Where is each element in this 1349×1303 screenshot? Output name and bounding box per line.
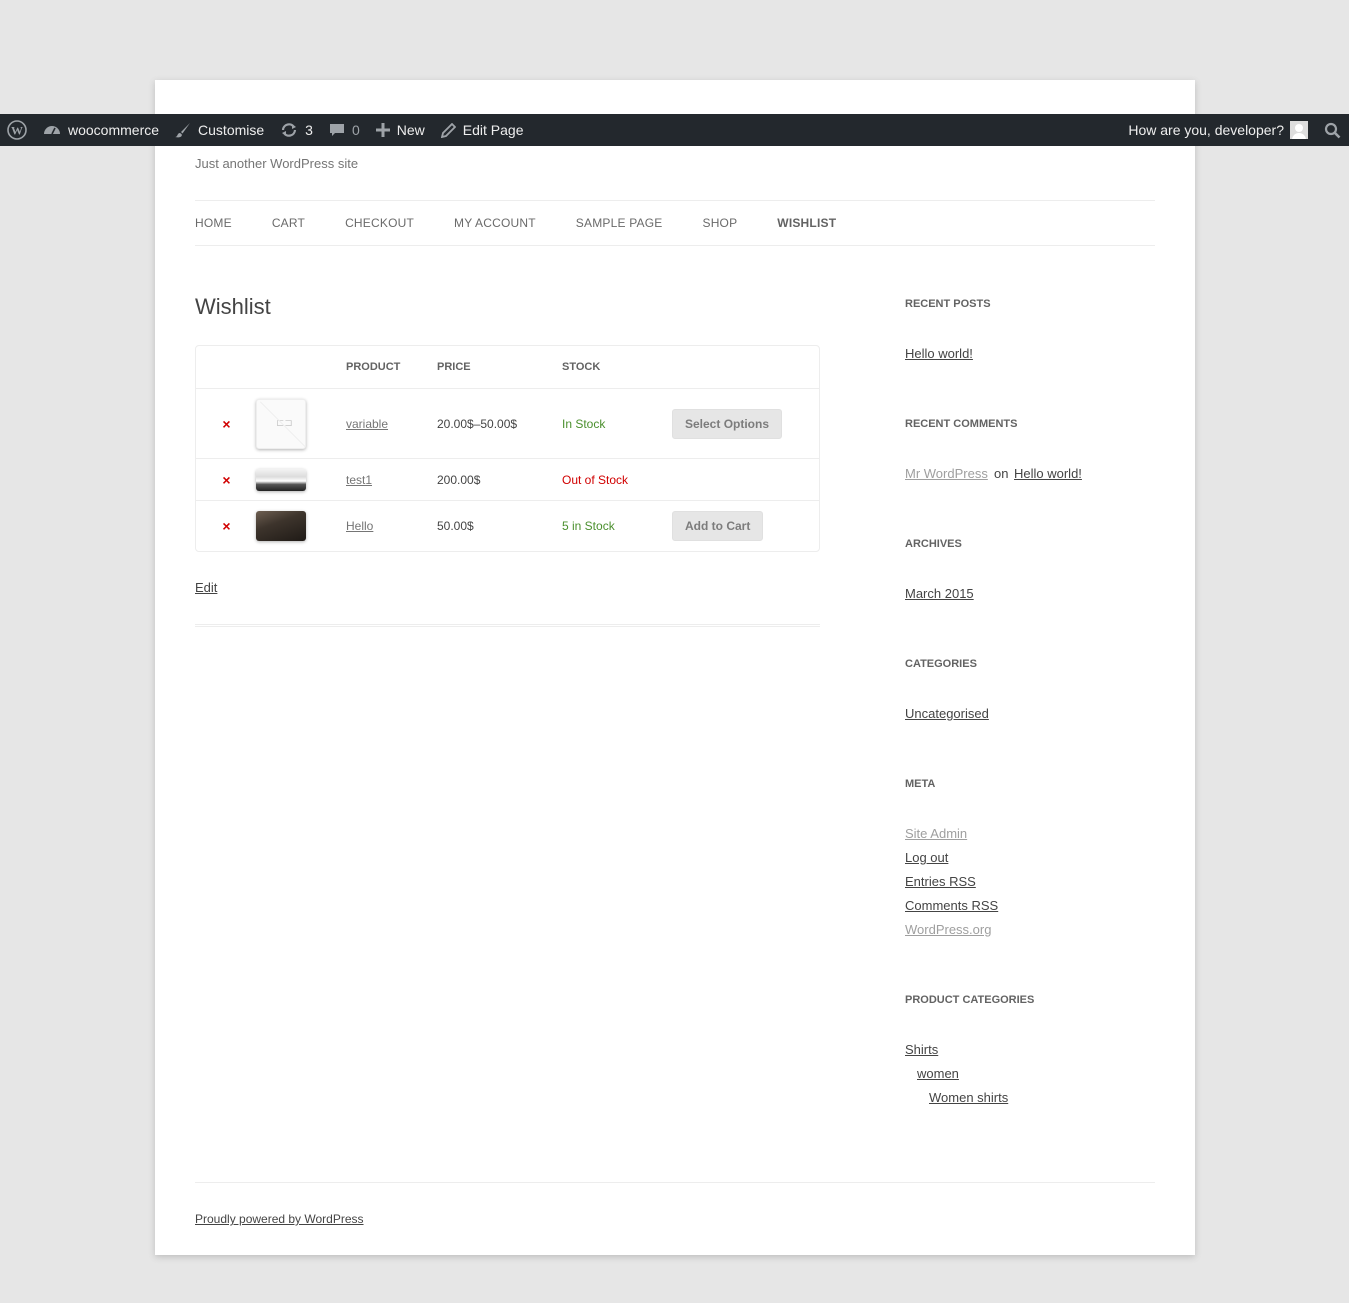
edit-page-label: Edit Page: [462, 122, 524, 138]
product-link[interactable]: test1: [346, 473, 372, 487]
comment-post-link[interactable]: Hello world!: [1014, 466, 1082, 481]
admin-search-button[interactable]: [1320, 114, 1349, 146]
widget-title-categories: CATEGORIES: [905, 658, 977, 670]
stock-status: In Stock: [562, 416, 606, 431]
product-category-link[interactable]: Women shirts: [929, 1090, 1008, 1105]
customise-label: Customise: [198, 122, 265, 138]
recent-post-link[interactable]: Hello world!: [905, 346, 973, 361]
edit-page-link[interactable]: Edit: [195, 580, 217, 595]
remove-item-button[interactable]: ×: [222, 518, 230, 534]
product-category-link[interactable]: women: [917, 1066, 959, 1081]
new-label: New: [396, 122, 425, 138]
page-title: Wishlist: [195, 294, 271, 319]
comments-count: 0: [351, 122, 360, 138]
remove-item-button[interactable]: ×: [222, 472, 230, 488]
comments-link[interactable]: 0: [321, 114, 368, 146]
table-row: × ⊏⊐ variable 20.00$–50.00$ In Stock Sel…: [196, 389, 819, 459]
image-placeholder-icon: ⊏⊐: [276, 417, 293, 429]
comment-bubble-icon: [329, 122, 345, 138]
column-header-stock: STOCK: [562, 361, 601, 373]
greeting-text: How are you, developer?: [1128, 122, 1284, 138]
site-tagline: Just another WordPress site: [195, 156, 359, 171]
footer-divider: [195, 1182, 1155, 1183]
site-name: woocommerce: [68, 122, 160, 138]
updates-icon: [280, 122, 298, 138]
product-link[interactable]: variable: [346, 417, 388, 431]
product-category-link[interactable]: Shirts: [905, 1042, 938, 1057]
meta-link-wordpress-org[interactable]: WordPress.org: [905, 922, 991, 937]
archive-link[interactable]: March 2015: [905, 586, 974, 601]
add-to-cart-button[interactable]: Add to Cart: [672, 511, 764, 541]
updates-link[interactable]: 3: [272, 114, 321, 146]
widget-title-archives: ARCHIVES: [905, 538, 962, 550]
stock-status: Out of Stock: [562, 472, 629, 487]
wishlist-table: PRODUCT PRICE STOCK × ⊏⊐ variable 20.00$…: [195, 345, 820, 552]
dashboard-icon: [43, 122, 61, 138]
widget-title-recent-posts: RECENT POSTS: [905, 298, 991, 310]
updates-count: 3: [305, 122, 313, 138]
meta-link-log-out[interactable]: Log out: [905, 850, 948, 865]
meta-link-comments-rss[interactable]: Comments RSS: [905, 898, 998, 913]
select-options-button[interactable]: Select Options: [672, 408, 783, 439]
footer-credit-link[interactable]: Proudly powered by WordPress: [195, 1212, 364, 1226]
comment-author-link[interactable]: Mr WordPress: [905, 466, 988, 481]
edit-page-link[interactable]: Edit Page: [433, 114, 532, 146]
table-row: × test1 200.00$ Out of Stock: [196, 459, 819, 501]
svg-text:W: W: [11, 124, 23, 138]
product-thumbnail-placeholder[interactable]: ⊏⊐: [256, 398, 306, 449]
meta-link-site-admin[interactable]: Site Admin: [905, 826, 967, 841]
main-navigation: HOME CART CHECKOUT MY ACCOUNT SAMPLE PAG…: [195, 200, 1155, 246]
comment-on-text: on: [994, 466, 1009, 481]
avatar: [1290, 121, 1308, 139]
product-price: 20.00$–50.00$: [437, 416, 518, 431]
product-price: 50.00$: [437, 519, 474, 533]
nav-item-sample-page[interactable]: SAMPLE PAGE: [576, 216, 663, 230]
pencil-icon: [440, 122, 456, 138]
widget-title-meta: META: [905, 778, 936, 790]
brush-icon: [175, 122, 191, 138]
search-icon: [1324, 122, 1341, 139]
meta-link-entries-rss[interactable]: Entries RSS: [905, 874, 976, 889]
content-divider: [195, 624, 820, 627]
site-container: Just another WordPress site HOME CART CH…: [155, 80, 1195, 1255]
nav-item-checkout[interactable]: CHECKOUT: [345, 216, 414, 230]
wordpress-logo-icon: W: [7, 120, 27, 140]
nav-item-wishlist[interactable]: WISHLIST: [777, 216, 836, 230]
nav-item-shop[interactable]: SHOP: [702, 216, 737, 230]
table-header-row: PRODUCT PRICE STOCK: [196, 346, 819, 389]
widget-title-product-categories: PRODUCT CATEGORIES: [905, 994, 1035, 1006]
table-row: × Hello 50.00$ 5 in Stock Add to Cart: [196, 501, 819, 551]
my-account-menu[interactable]: How are you, developer?: [1120, 114, 1320, 146]
column-header-product: PRODUCT: [346, 361, 401, 373]
product-price: 200.00$: [437, 472, 481, 487]
admin-bar: W woocommerce Customise 3 0 New Edit Pag…: [0, 114, 1349, 146]
wordpress-logo-menu[interactable]: W: [0, 114, 35, 146]
product-thumbnail[interactable]: [256, 468, 306, 491]
product-link[interactable]: Hello: [346, 519, 373, 533]
stock-status: 5 in Stock: [562, 519, 615, 533]
column-header-price: PRICE: [437, 361, 471, 373]
widget-title-recent-comments: RECENT COMMENTS: [905, 418, 1018, 430]
remove-item-button[interactable]: ×: [222, 416, 230, 432]
customise-link[interactable]: Customise: [167, 114, 272, 146]
nav-item-home[interactable]: HOME: [195, 216, 232, 230]
plus-icon: [375, 123, 390, 137]
site-name-menu[interactable]: woocommerce: [35, 114, 167, 146]
category-link[interactable]: Uncategorised: [905, 706, 989, 721]
product-thumbnail[interactable]: [256, 511, 306, 541]
nav-item-cart[interactable]: CART: [272, 216, 305, 230]
nav-item-my-account[interactable]: MY ACCOUNT: [454, 216, 536, 230]
new-content-menu[interactable]: New: [368, 114, 433, 146]
